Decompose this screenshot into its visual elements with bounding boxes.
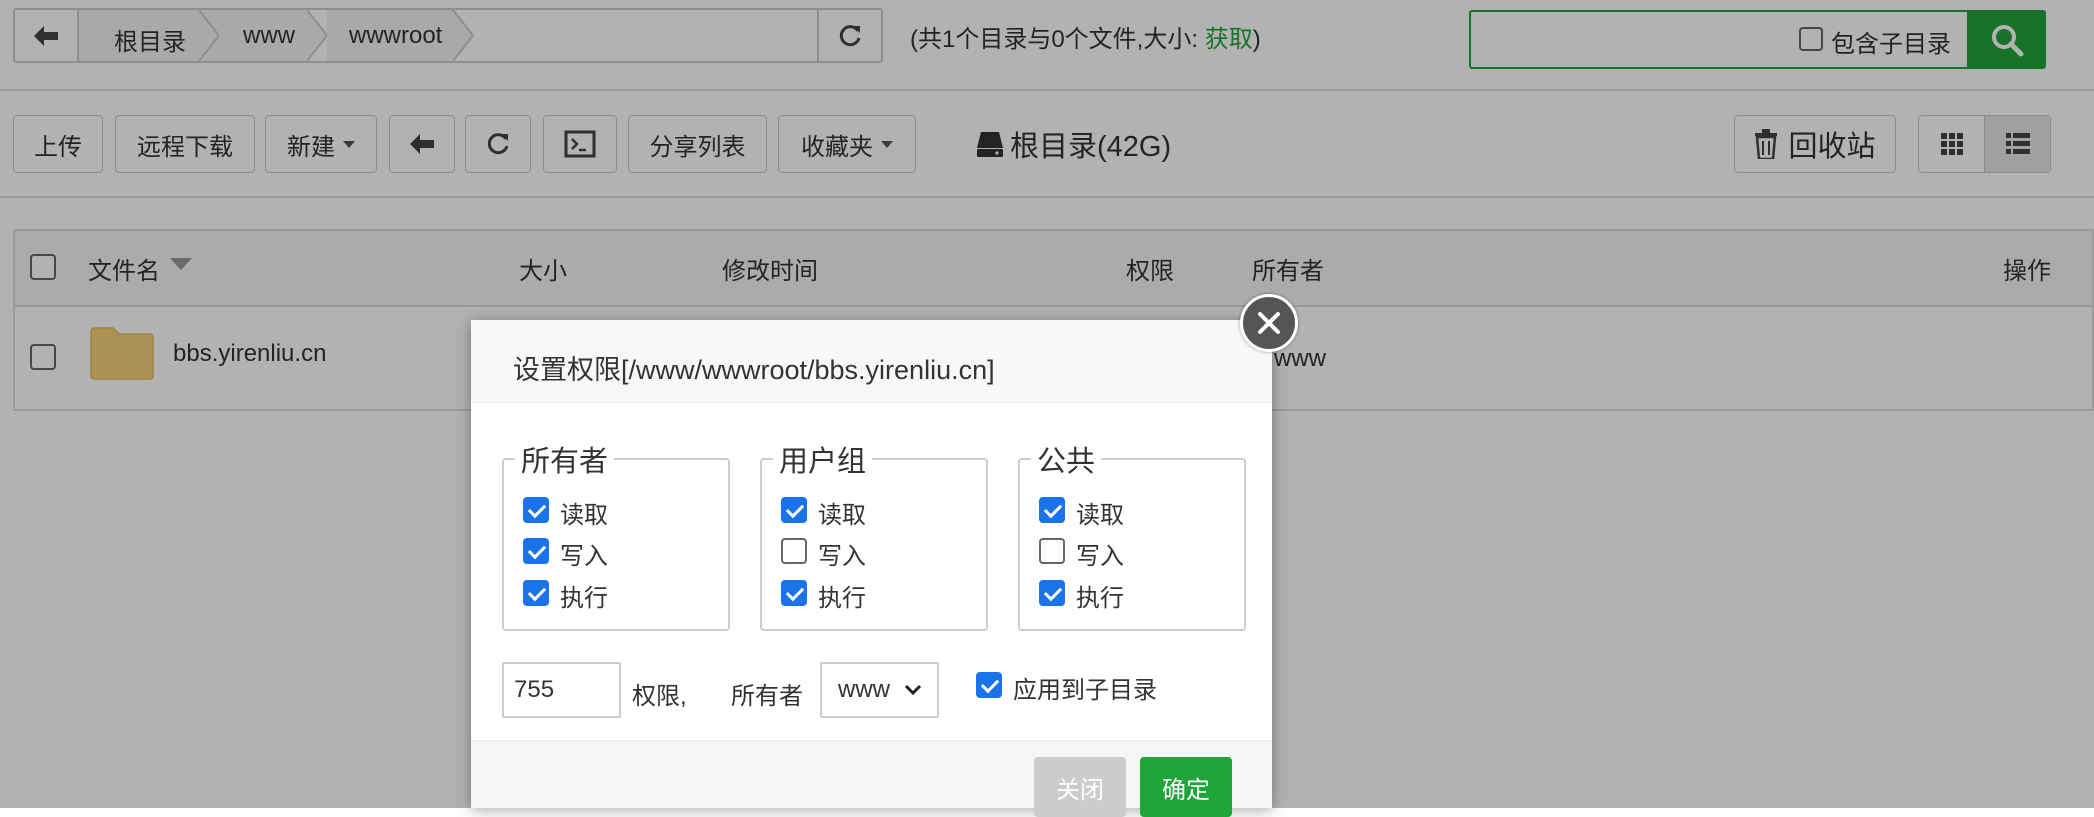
close-button[interactable]: 关闭 — [1034, 757, 1126, 817]
group-exec-checkbox[interactable] — [781, 580, 807, 606]
permission-dialog: 设置权限[/www/wwwroot/bbs.yirenliu.cn] 所有者 读… — [471, 320, 1272, 817]
group-read-checkbox[interactable] — [781, 497, 807, 523]
chevron-down-icon — [904, 684, 922, 696]
permission-label: 权限, — [632, 683, 687, 710]
public-write-checkbox[interactable] — [1039, 538, 1065, 564]
group-write-checkbox[interactable] — [781, 538, 807, 564]
group-group-legend: 用户组 — [773, 438, 873, 480]
apply-subdir-label: 应用到子目录 — [1013, 677, 1157, 704]
public-write-label: 写入 — [1076, 543, 1124, 570]
public-exec-checkbox[interactable] — [1039, 580, 1065, 606]
owner-write-label: 写入 — [560, 543, 608, 570]
owner-exec-label: 执行 — [560, 585, 608, 612]
owner-read-checkbox[interactable] — [523, 497, 549, 523]
owner-read-label: 读取 — [560, 502, 608, 529]
dialog-close-icon[interactable] — [1240, 294, 1298, 352]
owner-select[interactable]: www — [820, 662, 939, 718]
owner-label: 所有者 — [731, 683, 803, 710]
group-exec-label: 执行 — [818, 585, 866, 612]
owner-group-legend: 所有者 — [515, 438, 615, 480]
apply-subdir-checkbox[interactable] — [976, 672, 1002, 698]
group-write-label: 写入 — [818, 543, 866, 570]
confirm-button[interactable]: 确定 — [1140, 757, 1232, 817]
owner-exec-checkbox[interactable] — [523, 580, 549, 606]
public-read-label: 读取 — [1076, 502, 1124, 529]
public-read-checkbox[interactable] — [1039, 497, 1065, 523]
group-read-label: 读取 — [818, 502, 866, 529]
permission-value-input[interactable] — [502, 662, 621, 718]
public-group-legend: 公共 — [1031, 438, 1102, 480]
dialog-title: 设置权限[/www/wwwroot/bbs.yirenliu.cn] — [513, 355, 995, 385]
public-exec-label: 执行 — [1076, 585, 1124, 612]
owner-write-checkbox[interactable] — [523, 538, 549, 564]
close-icon — [1258, 312, 1280, 334]
